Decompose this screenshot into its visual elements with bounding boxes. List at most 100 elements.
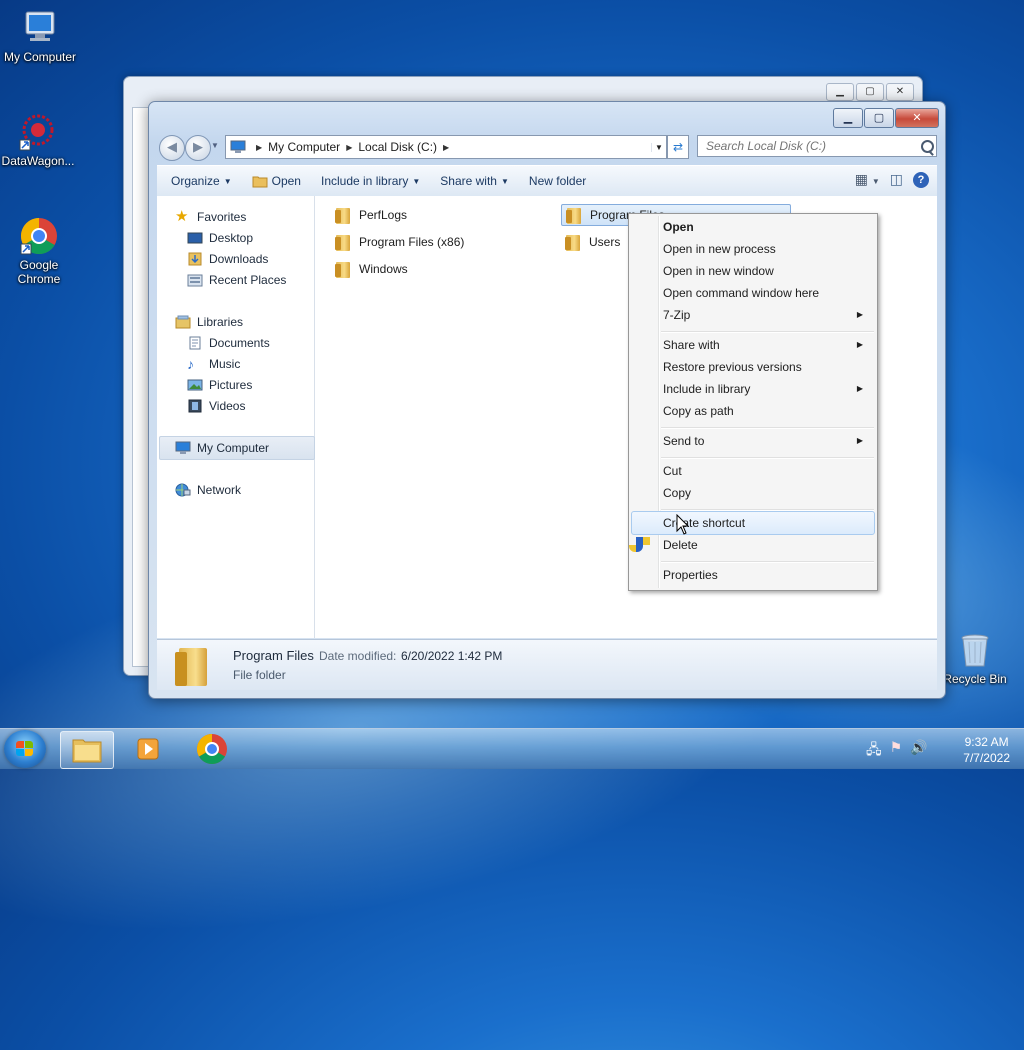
menu-item-include-in-library[interactable]: Include in library ▶ — [663, 379, 871, 399]
recent-pages-dropdown[interactable]: ▼ — [211, 141, 219, 150]
system-tray: 🖧 ⚑ 🔊 — [866, 739, 928, 763]
nav-videos[interactable]: Videos — [187, 397, 245, 415]
recycle-bin-icon — [955, 630, 995, 670]
folder-item-users[interactable]: Users — [565, 232, 620, 252]
include-in-library-button[interactable]: Include in library ▼ — [321, 174, 420, 188]
menu-item-share-with[interactable]: Share with ▶ — [663, 335, 871, 355]
breadcrumb-separator[interactable]: ▶ — [443, 143, 449, 152]
nav-pictures[interactable]: Pictures — [187, 376, 252, 394]
preview-pane-icon[interactable]: ◫ — [890, 171, 903, 188]
breadcrumb-separator[interactable]: ▶ — [256, 143, 262, 152]
open-button[interactable]: Open — [252, 174, 301, 188]
menu-item-open-new-process[interactable]: Open in new process — [663, 239, 871, 259]
new-folder-label: New folder — [528, 174, 587, 188]
desktop-icon-my-computer[interactable]: My Computer — [0, 8, 80, 64]
maximize-icon[interactable]: ▢ — [856, 83, 884, 101]
minimize-icon[interactable]: ▁ — [826, 83, 854, 101]
videos-icon — [187, 399, 203, 413]
menu-item-copy[interactable]: Copy — [663, 483, 871, 503]
menu-item-restore-previous-versions[interactable]: Restore previous versions — [663, 357, 871, 377]
start-button[interactable] — [4, 730, 46, 768]
chevron-down-icon: ▼ — [223, 176, 232, 186]
menu-item-delete[interactable]: Delete — [663, 535, 871, 555]
menu-item-label: Copy — [663, 486, 692, 500]
music-icon: ♪ — [187, 356, 194, 372]
close-icon[interactable]: ✕ — [886, 83, 914, 101]
minimize-button[interactable]: ▁ — [833, 108, 863, 128]
menu-item-open-new-window[interactable]: Open in new window — [663, 261, 871, 281]
breadcrumb-my-computer[interactable]: My Computer — [268, 140, 340, 154]
command-bar: Organize ▼ Open Include in library ▼ Share… — [157, 165, 937, 197]
help-icon[interactable]: ? — [913, 171, 929, 188]
menu-separator — [661, 561, 874, 563]
nav-desktop[interactable]: Desktop — [187, 229, 253, 247]
menu-item-label: 7-Zip — [663, 308, 691, 322]
folder-icon — [566, 206, 582, 224]
new-folder-button[interactable]: New folder — [529, 174, 586, 188]
uac-shield-icon-part — [629, 545, 636, 552]
pictures-icon — [187, 378, 203, 392]
nav-label: Videos — [209, 399, 246, 413]
folder-item-perflogs[interactable]: PerfLogs — [335, 205, 407, 225]
nav-music[interactable]: ♪ Music — [187, 355, 240, 373]
refresh-button[interactable]: ⇄ — [667, 135, 689, 159]
taskbar-media-player-button[interactable] — [122, 731, 174, 767]
clock[interactable]: 9:32 AM 7/7/2022 — [963, 734, 1010, 766]
nav-favorites[interactable]: ★ Favorites — [175, 208, 246, 226]
date-modified-label: Date modified: — [319, 649, 397, 663]
nav-documents[interactable]: Documents — [187, 334, 270, 352]
nav-network[interactable]: Network — [175, 481, 241, 499]
action-center-icon[interactable]: ⚑ — [890, 739, 903, 763]
volume-icon[interactable]: 🔊 — [910, 739, 927, 763]
open-label: Open — [271, 174, 301, 188]
folder-item-program-files-x86[interactable]: Program Files (x86) — [335, 232, 464, 252]
network-tray-icon[interactable]: 🖧 — [866, 739, 882, 763]
search-input[interactable] — [697, 135, 937, 157]
view-options-icon[interactable]: ▦ ▼ — [855, 171, 880, 188]
menu-item-properties[interactable]: Properties — [663, 565, 871, 585]
selected-item-type: File folder — [233, 668, 286, 682]
submenu-arrow-icon: ▶ — [856, 384, 863, 393]
nav-my-computer[interactable]: My Computer — [175, 439, 269, 457]
menu-item-label: Delete — [663, 538, 698, 552]
share-with-button[interactable]: Share with ▼ — [440, 174, 509, 188]
menu-item-open[interactable]: Open — [663, 217, 871, 237]
menu-item-7zip[interactable]: 7-Zip ▶ — [663, 305, 871, 325]
address-dropdown[interactable]: ▼ — [651, 142, 666, 152]
share-with-label: Share with — [440, 174, 497, 188]
menu-item-copy-as-path[interactable]: Copy as path — [663, 401, 871, 421]
desktop-icon-datawagon[interactable]: DataWagon... — [0, 112, 78, 168]
nav-recent-places[interactable]: Recent Places — [187, 271, 286, 289]
menu-item-label: Open command window here — [663, 286, 820, 300]
back-button[interactable]: ◀ — [159, 135, 185, 161]
desktop-icon-google-chrome[interactable]: Google Chrome — [0, 216, 79, 286]
folder-name: Windows — [359, 262, 408, 276]
breadcrumb-local-disk[interactable]: Local Disk (C:) — [358, 140, 437, 154]
nav-libraries[interactable]: Libraries — [175, 313, 243, 331]
breadcrumb-separator[interactable]: ▶ — [346, 143, 352, 152]
menu-item-open-command-window[interactable]: Open command window here — [663, 283, 871, 303]
folder-item-windows[interactable]: Windows — [335, 259, 408, 279]
datawagon-icon — [18, 112, 58, 152]
submenu-arrow-icon: ▶ — [856, 310, 863, 319]
nav-label: Recent Places — [209, 273, 287, 287]
search-icon[interactable] — [921, 140, 934, 153]
taskbar-explorer-button[interactable] — [60, 731, 114, 769]
forward-button[interactable]: ▶ — [185, 135, 211, 161]
menu-item-create-shortcut[interactable]: Create shortcut — [663, 513, 871, 533]
nav-downloads[interactable]: Downloads — [187, 250, 268, 268]
address-bar[interactable]: ▶ My Computer ▶ Local Disk (C:) ▶ ▼ — [225, 135, 667, 159]
organize-button[interactable]: Organize ▼ — [171, 174, 232, 188]
date-modified-value: 6/20/2022 1:42 PM — [401, 649, 503, 663]
chevron-down-icon: ▼ — [500, 176, 509, 186]
maximize-button[interactable]: ▢ — [864, 108, 894, 128]
menu-item-cut[interactable]: Cut — [663, 461, 871, 481]
computer-icon — [20, 8, 60, 48]
desktop-icon-recycle-bin[interactable]: Recycle Bin — [935, 630, 1015, 686]
menu-item-label: Copy as path — [663, 404, 734, 418]
menu-item-send-to[interactable]: Send to ▶ — [663, 431, 871, 451]
nav-label: Documents — [209, 336, 270, 350]
close-button[interactable]: ✕ — [895, 108, 939, 128]
nav-label: Libraries — [197, 315, 244, 329]
taskbar-chrome-button[interactable] — [186, 731, 238, 767]
